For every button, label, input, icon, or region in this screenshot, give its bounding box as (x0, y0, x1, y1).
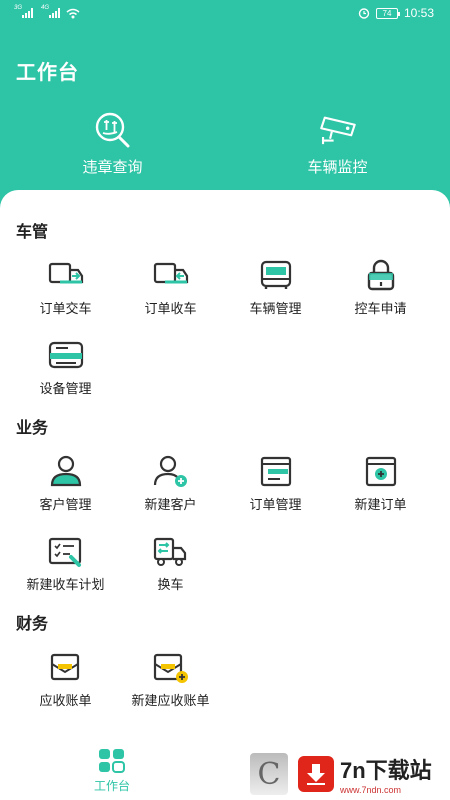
order-deliver-button[interactable]: 订单交车 (13, 258, 118, 338)
download-icon (298, 756, 334, 792)
lock-icon (361, 258, 401, 292)
new-pickup-plan-button[interactable]: 新建收车计划 (13, 534, 118, 614)
grid-item-label: 新建应收账单 (131, 693, 210, 708)
grid-item-label: 订单收车 (144, 301, 197, 316)
status-bar: 3G 4G 74 10:53 (0, 0, 450, 26)
swap-car-button[interactable]: 换车 (118, 534, 223, 614)
signal-2-icon: 4G (41, 5, 60, 18)
top-action-label: 违章查询 (82, 159, 143, 176)
alarm-icon (358, 8, 370, 19)
status-right: 74 10:53 (358, 6, 434, 20)
section-title-business: 业务 (16, 420, 49, 437)
customer-manage-button[interactable]: 客户管理 (13, 454, 118, 534)
device-icon (46, 338, 86, 372)
plan-icon (46, 534, 86, 568)
car-control-request-button[interactable]: 控车申请 (328, 258, 433, 338)
grid-item-label: 新建客户 (144, 497, 197, 512)
section-title-finance: 财务 (16, 616, 49, 633)
violation-search-icon (91, 110, 135, 150)
swap-car-icon (151, 534, 191, 568)
order-icon (256, 454, 296, 488)
violation-query-button[interactable]: 违章查询 (0, 110, 225, 177)
workbench-grid-icon (99, 749, 125, 773)
order-receive-button[interactable]: 订单收车 (118, 258, 223, 338)
grid-item-label: 控车申请 (354, 301, 407, 316)
grid-item-label: 新建订单 (354, 497, 407, 512)
grid-item-label: 设备管理 (39, 381, 92, 396)
watermark-brand: 7n下载站 (340, 758, 432, 783)
battery-icon: 74 (375, 7, 400, 19)
watermark-url: www.7ndn.com (340, 785, 402, 795)
top-actions: 违章查询 车辆监控 (0, 110, 450, 177)
add-customer-icon (151, 454, 191, 488)
page-title: 工作台 (16, 62, 79, 84)
section-grid-finance: 应收账单 新建应收账单 (0, 650, 450, 730)
new-customer-button[interactable]: 新建客户 (118, 454, 223, 534)
tab-workbench-label: 工作台 (93, 779, 130, 793)
wifi-icon (66, 8, 80, 18)
signal-1-icon: 3G (14, 5, 33, 18)
tab-workbench[interactable]: 工作台 (80, 748, 144, 794)
top-action-label: 车辆监控 (307, 159, 368, 176)
grid-item-label: 订单交车 (39, 301, 92, 316)
vehicle-monitor-button[interactable]: 车辆监控 (225, 110, 450, 177)
truck-receive-icon (151, 258, 191, 292)
watermark: C 7n下载站 www.7ndn.com (250, 748, 450, 800)
section-title-vehicle: 车管 (16, 224, 49, 241)
battery-level: 74 (382, 8, 392, 18)
watermark-c-logo: C (250, 753, 288, 795)
grid-item-label: 新建收车计划 (26, 577, 105, 592)
grid-item-label: 订单管理 (249, 497, 302, 512)
customer-icon (46, 454, 86, 488)
grid-item-label: 客户管理 (39, 497, 92, 512)
truck-deliver-icon (46, 258, 86, 292)
bill-icon (46, 650, 86, 684)
section-grid-business: 客户管理 新建客户 订单管理 新建订单 新建收车计划 换车 (0, 454, 450, 614)
receivable-bill-button[interactable]: 应收账单 (13, 650, 118, 730)
grid-item-label: 换车 (157, 577, 184, 592)
bus-icon (256, 258, 296, 292)
vehicle-manage-button[interactable]: 车辆管理 (223, 258, 328, 338)
section-grid-vehicle: 订单交车 订单收车 车辆管理 控车申请 设备管理 (0, 258, 450, 418)
new-receivable-bill-button[interactable]: 新建应收账单 (118, 650, 223, 730)
new-bill-icon (151, 650, 191, 684)
device-manage-button[interactable]: 设备管理 (13, 338, 118, 418)
content-card: 车管 订单交车 订单收车 车辆管理 控车申请 设备管理 业务 客户管理 新建客户… (0, 190, 450, 800)
surveillance-camera-icon (316, 110, 360, 150)
grid-item-label: 应收账单 (39, 693, 92, 708)
order-manage-button[interactable]: 订单管理 (223, 454, 328, 534)
watermark-text: 7n下载站 www.7ndn.com (340, 753, 432, 795)
new-order-icon (361, 454, 401, 488)
grid-item-label: 车辆管理 (249, 301, 302, 316)
status-left: 3G 4G (14, 5, 80, 19)
new-order-button[interactable]: 新建订单 (328, 454, 433, 534)
clock: 10:53 (403, 6, 434, 20)
